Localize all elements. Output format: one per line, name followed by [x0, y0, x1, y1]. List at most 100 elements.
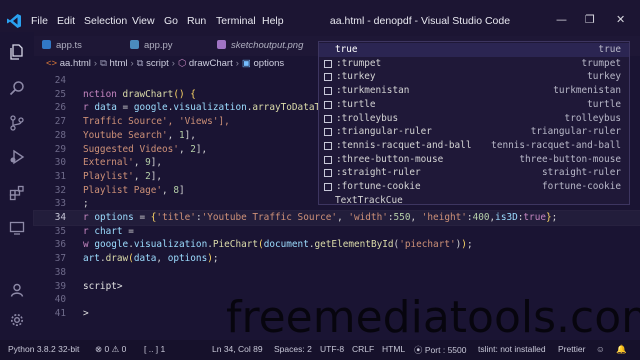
snippet-icon — [324, 59, 332, 68]
status-bar: Python 3.8.2 32-bit ⊗ 0 ⚠ 0 [ .. ] 1 Ln … — [0, 340, 640, 360]
suggestion-item[interactable]: :three-button-mouse three-button-mouse — [319, 153, 629, 167]
cursor-position[interactable]: Ln 34, Col 89 — [212, 344, 263, 354]
line-text: Suggested Videos', 2], — [83, 143, 208, 155]
suggestion-item[interactable]: true true — [319, 43, 629, 57]
suggestion-widget[interactable]: true true :trumpet trumpet :turkey turkey :… — [318, 41, 630, 208]
line-number: 29 — [54, 143, 66, 155]
language-mode[interactable]: HTML — [382, 344, 405, 354]
minimize-button[interactable]: — — [556, 13, 567, 26]
suggestion-item[interactable]: TextTrackCue — [319, 194, 629, 208]
account-icon[interactable] — [9, 282, 25, 298]
notifications-bell-icon[interactable]: 🔔 — [616, 344, 627, 355]
line-text: Playlist Page', 8] — [83, 184, 185, 196]
suggestion-label: :turtle — [336, 98, 376, 110]
suggestion-item[interactable]: :fortune-cookie fortune-cookie — [319, 180, 629, 194]
suggestion-detail: fortune-cookie — [541, 181, 621, 192]
suggestion-label: :fortune-cookie — [336, 181, 421, 192]
run-debug-icon[interactable] — [9, 149, 25, 165]
line-text: Playlist', 2], — [83, 170, 163, 182]
prettier-status[interactable]: Prettier — [558, 344, 585, 354]
code-line: 36 w google.visualization.PieChart(docume… — [34, 238, 640, 252]
problems-indicator[interactable]: ⊗ 0 ⚠ 0 — [95, 344, 126, 355]
suggestion-detail: turtle — [587, 98, 621, 110]
error-count: 0 — [104, 344, 110, 354]
breadcrumb-item-variable[interactable]: options — [254, 58, 285, 69]
line-number: 31 — [54, 170, 66, 182]
suggestion-label: true — [335, 44, 358, 55]
explorer-icon[interactable] — [9, 44, 25, 60]
breadcrumb-item-file[interactable]: aa.html — [60, 58, 91, 69]
line-number: 26 — [54, 102, 66, 114]
close-button[interactable]: ✕ — [616, 13, 625, 26]
line-number: 27 — [54, 116, 66, 128]
warning-icon: ⚠ — [111, 344, 120, 354]
feedback-icon[interactable]: ☺ — [596, 344, 605, 354]
window-title: aa.html - denopdf - Visual Studio Code — [329, 15, 511, 27]
breadcrumb-item-script[interactable]: script — [146, 58, 169, 69]
suggestion-item[interactable]: :trumpet trumpet — [319, 57, 629, 71]
code-line: 35 r chart = — [34, 225, 640, 239]
sync-status[interactable]: [ .. ] 1 — [144, 344, 165, 354]
encoding[interactable]: UTF-8 — [320, 344, 344, 354]
suggestion-label: :triangular-ruler — [336, 126, 432, 138]
element-icon: ⧉ — [100, 58, 107, 69]
suggestion-item[interactable]: :triangular-ruler triangular-ruler — [319, 125, 629, 139]
suggestion-item[interactable]: :tennis-racquet-and-ball tennis-racquet-a… — [319, 139, 629, 153]
suggestion-label: :tennis-racquet-and-ball — [336, 139, 472, 151]
maximize-button[interactable]: ❐ — [585, 13, 595, 26]
extensions-icon[interactable] — [9, 185, 25, 201]
end-of-line[interactable]: CRLF — [352, 344, 374, 354]
suggestion-item[interactable]: :trolleybus trolleybus — [319, 112, 629, 126]
suggestion-label: :turkey — [336, 71, 376, 83]
tslint-status[interactable]: tslint: not installed — [478, 344, 546, 354]
line-text: Traffic Source', 'Views'], — [83, 116, 230, 128]
port-label: Port : 5500 — [424, 345, 467, 355]
line-number: 35 — [54, 225, 66, 237]
remote-explorer-icon[interactable] — [9, 220, 25, 236]
search-icon[interactable] — [9, 80, 25, 96]
code-line-active: 34 r options = {'title':'Youtube Traffic … — [33, 210, 640, 226]
live-server-port[interactable]: ⦿ Port : 5500 — [414, 344, 466, 356]
line-number: 28 — [54, 129, 66, 141]
suggestion-item[interactable]: :turtle turtle — [319, 98, 629, 112]
line-text: art.draw(data, options); — [83, 253, 219, 265]
line-number: 25 — [54, 88, 66, 100]
suggestion-item[interactable]: :straight-ruler straight-ruler — [319, 166, 629, 180]
line-text: script> — [83, 280, 123, 292]
suggestion-detail: trolleybus — [564, 112, 621, 124]
tab-app-py[interactable]: app.py — [130, 40, 173, 51]
snippet-icon — [324, 73, 332, 82]
suggestion-label: :trolleybus — [336, 112, 399, 124]
breadcrumb-item-html[interactable]: html — [110, 58, 128, 69]
suggestion-label: :three-button-mouse — [336, 153, 444, 165]
snippet-icon — [324, 183, 332, 191]
suggestion-item[interactable]: :turkey turkey — [319, 70, 629, 84]
tab-label: app.py — [144, 40, 173, 51]
tab-label: sketchoutput.png — [231, 40, 304, 51]
broadcast-icon: ⦿ — [414, 345, 423, 355]
suggestion-item[interactable]: :turkmenistan turkmenistan — [319, 84, 629, 98]
suggestion-label: TextTrackCue — [335, 194, 403, 206]
source-control-icon[interactable] — [9, 115, 25, 131]
suggestion-label: :trumpet — [336, 57, 382, 69]
tab-app-ts[interactable]: app.ts — [42, 40, 82, 51]
function-icon: ⬡ — [177, 58, 187, 69]
line-number: 39 — [54, 280, 66, 292]
chevron-right-icon: › — [235, 58, 239, 69]
suggestion-detail: tennis-racquet-and-ball — [491, 139, 621, 151]
python-interpreter[interactable]: Python 3.8.2 32-bit — [8, 344, 79, 354]
suggestion-detail: trumpet — [581, 57, 621, 69]
suggestion-detail: turkmenistan — [553, 85, 621, 97]
typescript-file-icon — [42, 40, 51, 49]
warning-count: 0 — [121, 344, 127, 354]
breadcrumb-item-function[interactable]: drawChart — [189, 58, 233, 69]
snippet-icon — [324, 155, 332, 164]
error-icon: ⊗ — [95, 344, 103, 354]
tab-sketchoutput-png[interactable]: sketchoutput.png — [217, 40, 303, 51]
element-icon: ⧉ — [136, 58, 144, 69]
settings-gear-icon[interactable] — [9, 312, 25, 328]
chevron-right-icon: › — [130, 58, 134, 69]
line-text: nction drawChart() { — [83, 88, 196, 100]
line-text: r chart = — [83, 225, 134, 237]
indentation[interactable]: Spaces: 2 — [274, 344, 312, 354]
